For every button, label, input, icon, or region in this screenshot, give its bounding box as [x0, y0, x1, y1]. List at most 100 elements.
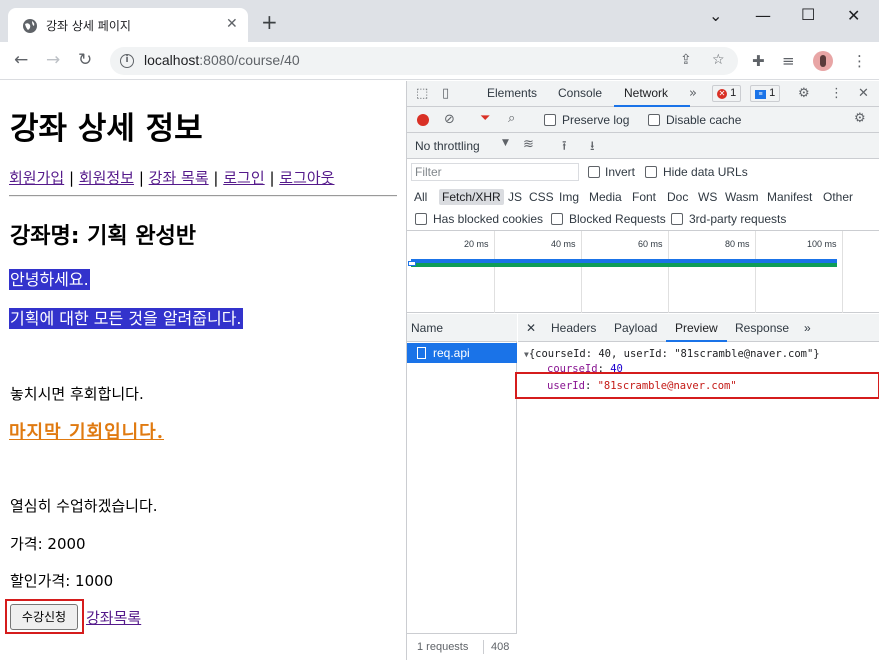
forward-icon[interactable]: → [46, 51, 60, 69]
tab-response[interactable]: Response [735, 321, 789, 335]
address-bar[interactable]: i localhost:8080/course/40 ⇪ ☆ [110, 47, 738, 75]
chevron-down-icon[interactable]: ⌄ [709, 6, 722, 25]
back-icon[interactable]: ← [14, 51, 28, 69]
description-text-4: 열심히 수업하겠습니다. [10, 497, 158, 515]
settings-gear-icon[interactable]: ⚙ [798, 86, 810, 101]
type-manifest[interactable]: Manifest [764, 189, 815, 205]
course-list-nav-link[interactable]: 강좌 목록 [149, 169, 209, 187]
member-info-link[interactable]: 회원정보 [79, 169, 134, 187]
close-tab-icon[interactable]: ✕ [226, 16, 238, 32]
device-toolbar-icon[interactable]: ▯ [442, 86, 449, 101]
record-icon[interactable] [417, 114, 429, 126]
media-control-icon[interactable]: ≡ [782, 52, 795, 70]
search-icon[interactable]: ⌕ [508, 111, 515, 126]
tab-network[interactable]: Network [624, 86, 668, 100]
tab-preview[interactable]: Preview [675, 321, 718, 335]
active-detail-tab-indicator [666, 340, 727, 342]
import-har-icon[interactable]: ⭱ [562, 137, 567, 159]
description-highlight-2: 기획에 대한 모든 것을 알려줍니다. [9, 308, 243, 329]
nav-links: 회원가입 | 회원정보 | 강좌 목록 | 로그인 | 로그아웃 [9, 167, 334, 188]
timeline-tick: 80 ms [725, 239, 750, 249]
type-js[interactable]: JS [505, 189, 525, 205]
more-detail-tabs-icon[interactable]: » [804, 321, 811, 335]
more-menu-icon[interactable]: ⋮ [852, 52, 867, 70]
site-info-icon[interactable]: i [120, 54, 134, 68]
tab-payload[interactable]: Payload [614, 321, 657, 335]
type-wasm[interactable]: Wasm [722, 189, 762, 205]
preserve-log-checkbox[interactable] [544, 114, 556, 126]
inspect-element-icon[interactable]: ⬚ [416, 86, 428, 101]
filter-funnel-icon[interactable]: ⏷ [480, 111, 490, 126]
bookmark-star-icon[interactable]: ☆ [712, 52, 725, 68]
description-emphasis: 마지막 기회입니다. [9, 422, 165, 443]
blocked-requests-checkbox[interactable] [551, 213, 563, 225]
tab-console[interactable]: Console [558, 86, 602, 100]
blocked-cookies-checkbox[interactable] [415, 213, 427, 225]
json-root-text: {courseId: 40, userId: "81scramble@naver… [528, 348, 820, 360]
disable-cache-checkbox[interactable] [648, 114, 660, 126]
close-devtools-icon[interactable]: ✕ [858, 86, 869, 101]
more-tabs-icon[interactable]: » [689, 86, 697, 101]
logout-link[interactable]: 로그아웃 [279, 169, 334, 187]
type-other[interactable]: Other [820, 189, 856, 205]
export-har-icon[interactable]: ⭳ [590, 137, 595, 159]
third-party-checkbox[interactable] [671, 213, 683, 225]
close-detail-icon[interactable]: ✕ [526, 321, 536, 335]
timeline-grid-line [755, 231, 756, 313]
request-count: 1 requests [417, 641, 469, 653]
invert-checkbox[interactable] [588, 166, 600, 178]
throttling-select[interactable]: No throttling [415, 139, 480, 153]
timeline-grid-line [494, 231, 495, 313]
signup-link[interactable]: 회원가입 [9, 169, 64, 187]
url-text[interactable]: localhost:8080/course/40 [144, 52, 300, 68]
timeline-tick: 100 ms [807, 239, 837, 249]
blocked-filters-row: Has blocked cookies Blocked Requests 3rd… [407, 209, 879, 231]
request-list-header[interactable]: Name [407, 314, 517, 342]
network-conditions-icon[interactable]: ≋ [523, 137, 534, 152]
extensions-icon[interactable]: ✚ [752, 52, 765, 70]
clear-icon[interactable]: ⊘ [444, 112, 455, 127]
tab-headers[interactable]: Headers [551, 321, 596, 335]
type-css[interactable]: CSS [526, 189, 557, 205]
type-img[interactable]: Img [556, 189, 582, 205]
type-all[interactable]: All [411, 189, 430, 205]
network-timeline[interactable]: 20 ms 40 ms 60 ms 80 ms 100 ms [407, 231, 879, 313]
tab-elements[interactable]: Elements [487, 86, 537, 100]
course-name: 강좌명: 기획 완성반 [10, 224, 197, 249]
throttling-dropdown-icon[interactable]: ▼ [502, 138, 509, 148]
type-fetch-xhr[interactable]: Fetch/XHR [439, 189, 504, 205]
page-title: 강좌 상세 정보 [10, 111, 203, 147]
preserve-log-label: Preserve log [562, 113, 630, 127]
maximize-icon[interactable]: ☐ [801, 5, 815, 24]
apply-course-button[interactable]: 수강신청 [10, 604, 78, 630]
error-count-badge[interactable]: ✕ 1 [712, 85, 742, 102]
request-detail: ✕ Headers Payload Preview Response » ▼{c… [515, 314, 879, 660]
filter-input[interactable]: Filter [411, 163, 579, 181]
third-party-label: 3rd-party requests [689, 212, 787, 226]
message-count-badge[interactable]: ≡ 1 [750, 85, 781, 102]
message-icon: ≡ [755, 90, 766, 99]
login-link[interactable]: 로그인 [223, 169, 264, 187]
network-settings-icon[interactable]: ⚙ [854, 111, 866, 126]
description-highlight-1: 안녕하세요. [9, 269, 90, 290]
json-root[interactable]: ▼{courseId: 40, userId: "81scramble@nave… [524, 348, 820, 360]
type-media[interactable]: Media [586, 189, 625, 205]
json-value: "81scramble@naver.com" [597, 380, 737, 392]
new-tab-icon[interactable]: + [261, 12, 278, 32]
reload-icon[interactable]: ↻ [78, 51, 92, 69]
devtools-menu-icon[interactable]: ⋮ [830, 86, 843, 101]
share-icon[interactable]: ⇪ [680, 52, 692, 68]
browser-tab[interactable]: 강좌 상세 페이지 ✕ [8, 8, 248, 42]
type-ws[interactable]: WS [695, 189, 720, 205]
profile-avatar[interactable] [813, 51, 833, 71]
window-close-icon[interactable]: ✕ [847, 6, 860, 25]
document-icon [417, 347, 426, 359]
nav-separator: | [213, 169, 219, 187]
type-font[interactable]: Font [629, 189, 659, 205]
hide-data-urls-label: Hide data URLs [663, 165, 748, 179]
hide-data-urls-checkbox[interactable] [645, 166, 657, 178]
course-list-link[interactable]: 강좌목록 [86, 607, 141, 628]
minimize-icon[interactable]: — [755, 6, 771, 25]
request-row[interactable]: req.api [407, 343, 517, 363]
type-doc[interactable]: Doc [664, 189, 691, 205]
